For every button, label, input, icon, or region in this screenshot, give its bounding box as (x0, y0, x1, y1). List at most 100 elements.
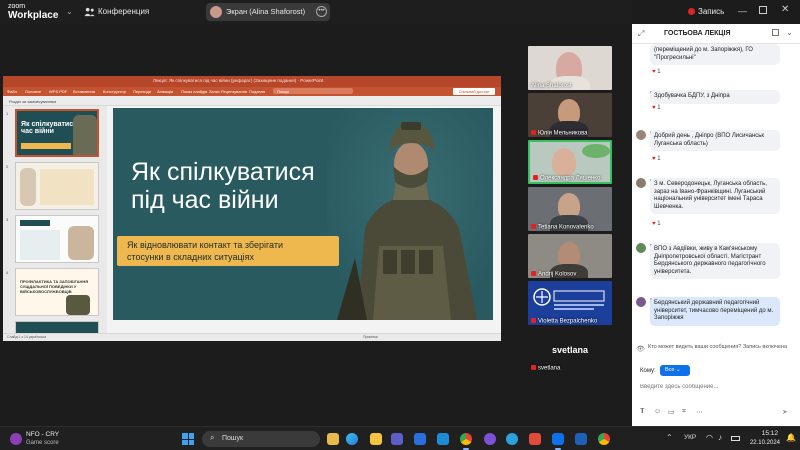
chat-visibility-note[interactable]: Кто может видеть ваши сообщения? Запись … (648, 344, 796, 351)
expand-icon[interactable]: ⤢ (638, 29, 644, 39)
folder-icon[interactable] (370, 433, 382, 445)
ppt-share-button[interactable]: Спільний доступ (453, 88, 495, 95)
minimize-icon[interactable]: — (738, 6, 747, 16)
avatar (636, 130, 646, 140)
chevron-down-icon[interactable]: ⌄ (786, 28, 793, 37)
thumb-image (20, 168, 36, 206)
video-tile[interactable]: svetlana svetlana (528, 328, 612, 372)
chrome-icon[interactable] (598, 433, 610, 445)
file-icon[interactable]: ▭ (668, 408, 675, 416)
conference-label[interactable]: Конференция (98, 7, 149, 16)
slide-thumbnail-2[interactable] (15, 162, 99, 210)
thumb-number: 3 (6, 217, 9, 222)
app-icon[interactable] (529, 433, 541, 445)
slide-thumbnail-3[interactable] (15, 215, 99, 263)
reaction-heart[interactable]: ♥ 1 (652, 156, 661, 162)
reaction-heart[interactable]: ♥ 1 (652, 221, 661, 227)
participant-name: Олександра Ляшенко (533, 174, 600, 181)
ribbon-tab[interactable]: Основне (25, 89, 41, 94)
zoom-icon[interactable] (552, 433, 564, 450)
language-indicator[interactable]: УКР (684, 434, 696, 441)
ribbon-tab[interactable]: Переходи (133, 89, 151, 94)
word-icon[interactable] (575, 433, 587, 445)
mic-muted-icon (531, 317, 536, 323)
reaction-heart[interactable]: ♥ 1 (652, 105, 661, 111)
send-icon[interactable]: ➤ (782, 408, 788, 416)
wifi-icon[interactable]: ◠ (706, 433, 713, 442)
mic-muted-icon (531, 129, 536, 135)
widget-subtitle: Game score (26, 440, 59, 446)
ppt-window-title: Лекція: Як спілкуватися під час війни (р… (153, 78, 324, 83)
screenshot-icon[interactable]: ⌗ (682, 408, 686, 416)
more-icon[interactable]: ⋯ (696, 408, 703, 416)
chat-message-input[interactable] (640, 381, 790, 393)
taskbar-search[interactable]: ⌕ Пошук (202, 431, 320, 447)
outlook-icon[interactable] (437, 433, 449, 445)
clock-time[interactable]: 15:12 (748, 430, 778, 437)
close-icon[interactable]: ✕ (781, 4, 789, 15)
slide-subtitle-banner: Як відновлювати контакт та зберігати сто… (117, 236, 339, 266)
video-tile[interactable]: Юлія Мельникова (528, 93, 612, 137)
shared-screen-powerpoint: Лекція: Як спілкуватися під час війни (р… (3, 76, 501, 341)
video-tile[interactable]: Alina Shaforost (528, 46, 612, 90)
screen-share-indicator[interactable]: Экран (Alina Shaforost) ••• (206, 3, 330, 21)
thumb-soldier-image (66, 295, 90, 315)
chevron-down-icon[interactable]: ⌄ (66, 7, 73, 16)
maximize-icon[interactable] (759, 6, 767, 14)
slide-thumbnail-4[interactable]: ПРОФІЛАКТИКА ТА ЗАПОБІГАННЯ СУЦІДАЛЬНОЇ … (15, 268, 99, 316)
chevron-up-icon[interactable]: ⌃ (666, 433, 673, 442)
ribbon-tab[interactable]: Запис (209, 89, 220, 94)
file-explorer-icon[interactable] (327, 433, 339, 445)
zoom-logo: zoom Workplace (8, 3, 59, 21)
chat-message: З м. Северодонецьк, Луганська область, з… (650, 178, 780, 214)
ppt-ribbon-tabs: Файл Основне WPS PDF Вставлення Конструк… (3, 87, 501, 96)
video-tile[interactable]: Andrij Kolosov (528, 234, 612, 278)
ribbon-tab[interactable]: Показ слайдів (181, 89, 207, 94)
reaction-heart[interactable]: ♥ 1 (652, 69, 661, 75)
chat-message: Здобувачка БДПУ, з Дніпра (650, 90, 780, 104)
ribbon-tab[interactable]: Подання (249, 89, 265, 94)
chrome-icon[interactable] (460, 433, 472, 450)
record-label[interactable]: Запись (698, 7, 724, 16)
emoji-icon[interactable]: ☺ (654, 408, 661, 415)
zoom-window: zoom Workplace ⌄ Конференция Экран (Alin… (0, 0, 800, 450)
zoom-top-bar: zoom Workplace ⌄ Конференция Экран (Alin… (0, 0, 724, 24)
participant-name-placeholder: svetlana (551, 345, 589, 355)
viber-icon[interactable] (484, 433, 496, 445)
taskbar-search-label: Пошук (222, 435, 244, 442)
more-options-icon[interactable]: ••• (316, 6, 327, 17)
copilot-icon[interactable] (346, 433, 358, 445)
ppt-notes-button[interactable]: Примітки (363, 335, 378, 339)
ppt-search-box[interactable]: Пошук (273, 88, 353, 94)
thumb-text-block (20, 230, 60, 260)
chat-recipient-select[interactable]: Все ⌄ (660, 365, 690, 376)
slide-thumbnail-1[interactable]: Як спілкуватися під час війни (15, 109, 99, 157)
widget-title[interactable]: NFO - CRY (26, 431, 59, 438)
format-icon[interactable]: 𝐓 (640, 408, 645, 416)
windows-start-icon[interactable] (182, 433, 194, 445)
video-tile[interactable]: Tetiana Konovalenko (528, 187, 612, 231)
battery-icon[interactable] (731, 436, 740, 441)
ribbon-tab[interactable]: Анімація (157, 89, 173, 94)
ribbon-tab[interactable]: Рецензування (221, 89, 247, 94)
thumb-image (68, 226, 94, 260)
ribbon-tab[interactable]: Вставлення (73, 89, 95, 94)
video-tile-active-speaker[interactable]: Олександра Ляшенко (528, 140, 612, 184)
popout-icon[interactable] (772, 29, 779, 36)
ribbon-tab[interactable]: WPS PDF (49, 89, 67, 94)
volume-icon[interactable]: ♪ (718, 433, 722, 442)
video-tile[interactable]: Violetta Bezpalchenko (528, 281, 612, 325)
game-widget-icon[interactable] (10, 433, 22, 445)
screen-share-label: Экран (Alina Shaforost) (226, 7, 306, 16)
ribbon-tab[interactable]: Файл (7, 89, 17, 94)
clock-date[interactable]: 22.10.2024 (744, 440, 780, 446)
store-icon[interactable] (414, 433, 426, 445)
soldier-image (327, 108, 493, 320)
chat-recipient-label: Кому: (640, 368, 656, 374)
telegram-icon[interactable] (506, 433, 518, 445)
participant-name: svetlana (531, 364, 560, 371)
notification-bell-icon[interactable]: 🔔 (786, 433, 796, 442)
teams-icon[interactable] (391, 433, 403, 445)
ribbon-tab[interactable]: Конструктор (103, 89, 126, 94)
thumb-title: ПРОФІЛАКТИКА ТА ЗАПОБІГАННЯ СУЦІДАЛЬНОЇ … (20, 279, 89, 294)
